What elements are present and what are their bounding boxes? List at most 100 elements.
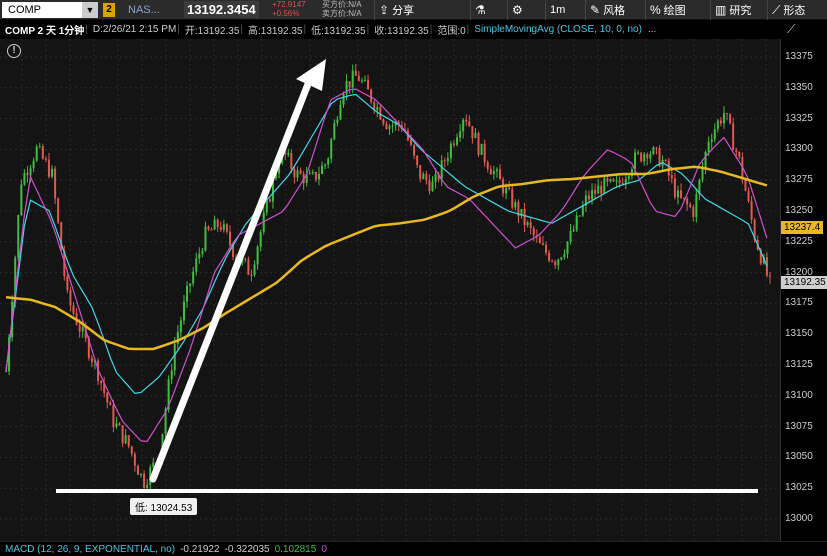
candle-body xyxy=(505,187,508,194)
candle-body xyxy=(195,258,198,272)
low-price-bubble: 低: 13024.53 xyxy=(130,498,198,515)
candle-body xyxy=(572,230,575,232)
candle-body xyxy=(216,219,219,228)
candle-body xyxy=(268,199,271,202)
info-icon[interactable]: ! xyxy=(7,44,21,58)
candle-body xyxy=(511,188,514,208)
candle-body xyxy=(118,423,121,426)
candle-body xyxy=(575,215,578,231)
candle-body xyxy=(523,209,526,225)
candle-body xyxy=(452,143,455,145)
link-group-badge[interactable]: 2 xyxy=(103,3,115,17)
style-icon: ✎ xyxy=(590,3,601,17)
settings-button[interactable]: ⚙ xyxy=(507,0,527,20)
candle-body xyxy=(78,324,81,332)
top-toolbar: COMP ▼ 2 NAS... 13192.3454 +72.9147 +0.5… xyxy=(0,0,827,20)
candle-body xyxy=(557,259,560,266)
candle-body xyxy=(462,119,465,132)
candle-body xyxy=(704,151,707,168)
share-button[interactable]: ⇪ 分享 xyxy=(374,0,418,20)
price-tick-label: 13175 xyxy=(785,297,813,309)
candle-body xyxy=(342,93,345,105)
candle-body xyxy=(5,371,7,373)
candle-body xyxy=(594,189,597,194)
price-change: +72.9147 +0.56% xyxy=(272,0,306,18)
candle-body xyxy=(686,198,689,205)
price-chart[interactable] xyxy=(0,39,780,541)
chart-title[interactable]: COMP 2 天 1分钟 xyxy=(0,22,84,37)
candle-body xyxy=(136,465,139,475)
bar-low: 低:13192.35 xyxy=(311,26,366,37)
candle-body xyxy=(127,435,130,447)
candle-body xyxy=(106,392,109,403)
candle-body xyxy=(228,231,231,246)
studies-icon: ▥ xyxy=(715,3,727,17)
price-tick-label: 13100 xyxy=(785,389,813,401)
candle-body xyxy=(314,172,317,180)
candle-body xyxy=(90,357,93,363)
style-button[interactable]: ✎ 风格 xyxy=(585,0,629,20)
study-label[interactable]: SimpleMovingAvg (CLOSE, 10, 0, no) xyxy=(470,24,642,35)
candle-body xyxy=(317,173,320,180)
more-menu[interactable]: ... xyxy=(642,24,656,35)
candle-body xyxy=(459,131,462,138)
macd-value: -0.21922 xyxy=(180,543,220,555)
share-icon: ⇪ xyxy=(379,3,390,17)
candle-body xyxy=(735,149,738,152)
candle-body xyxy=(173,343,176,371)
candle-body xyxy=(121,425,124,444)
patterns-button[interactable]: ⟋ 形态 xyxy=(767,0,809,20)
change-percent: +0.56% xyxy=(272,9,300,18)
drawings-button[interactable]: % 绘图 xyxy=(645,0,690,20)
candle-body xyxy=(321,165,324,174)
bar-close: 收:13192.35 xyxy=(374,26,429,37)
candle-body xyxy=(606,178,609,182)
candle-body xyxy=(468,121,471,127)
studies-button[interactable]: ▥ 研究 xyxy=(710,0,755,20)
candle-body xyxy=(655,147,658,149)
chart-settings-icon[interactable]: ⟋ xyxy=(787,22,795,37)
candle-body xyxy=(330,139,333,159)
candle-body xyxy=(538,237,541,244)
candle-body xyxy=(348,81,351,88)
macd-label[interactable]: MACD (12, 26, 9, EXPONENTIAL, no) xyxy=(0,544,175,555)
candle-body xyxy=(207,226,210,230)
candle-body xyxy=(41,146,44,159)
candle-body xyxy=(526,222,529,225)
candle-body xyxy=(670,175,673,179)
candle-body xyxy=(143,473,146,488)
candle-body xyxy=(140,473,143,475)
candle-body xyxy=(664,160,667,162)
candle-body xyxy=(719,120,722,124)
candle-body xyxy=(618,180,621,183)
candle-body xyxy=(729,114,732,124)
candle-body xyxy=(422,173,425,180)
candle-body xyxy=(100,380,103,384)
price-tick-label: 13150 xyxy=(785,328,813,340)
price-tick-label: 13375 xyxy=(785,51,813,62)
price-tick-label: 13000 xyxy=(785,513,813,524)
timeframe-button[interactable]: 1m xyxy=(545,0,569,20)
candle-body xyxy=(198,253,201,259)
candle-body xyxy=(673,178,676,198)
candle-body xyxy=(410,139,413,145)
price-tick-label: 13225 xyxy=(785,235,813,247)
candle-body xyxy=(376,106,379,111)
candle-body xyxy=(425,173,428,181)
candle-body xyxy=(738,151,741,157)
candle-body xyxy=(259,231,262,247)
candle-body xyxy=(44,158,47,160)
candle-body xyxy=(23,172,26,185)
candle-body xyxy=(109,402,112,406)
candle-body xyxy=(612,179,615,182)
candle-body xyxy=(32,160,35,169)
flask-button[interactable]: ⚗ xyxy=(470,0,490,20)
candle-body xyxy=(591,189,594,200)
candle-body xyxy=(146,484,149,488)
price-tick-label: 13050 xyxy=(785,451,813,463)
instrument-name: NAS... xyxy=(128,4,160,16)
candle-body xyxy=(560,257,563,260)
candle-body xyxy=(351,70,354,88)
candle-body xyxy=(293,168,296,178)
symbol-dropdown-icon[interactable]: ▼ xyxy=(82,2,98,18)
